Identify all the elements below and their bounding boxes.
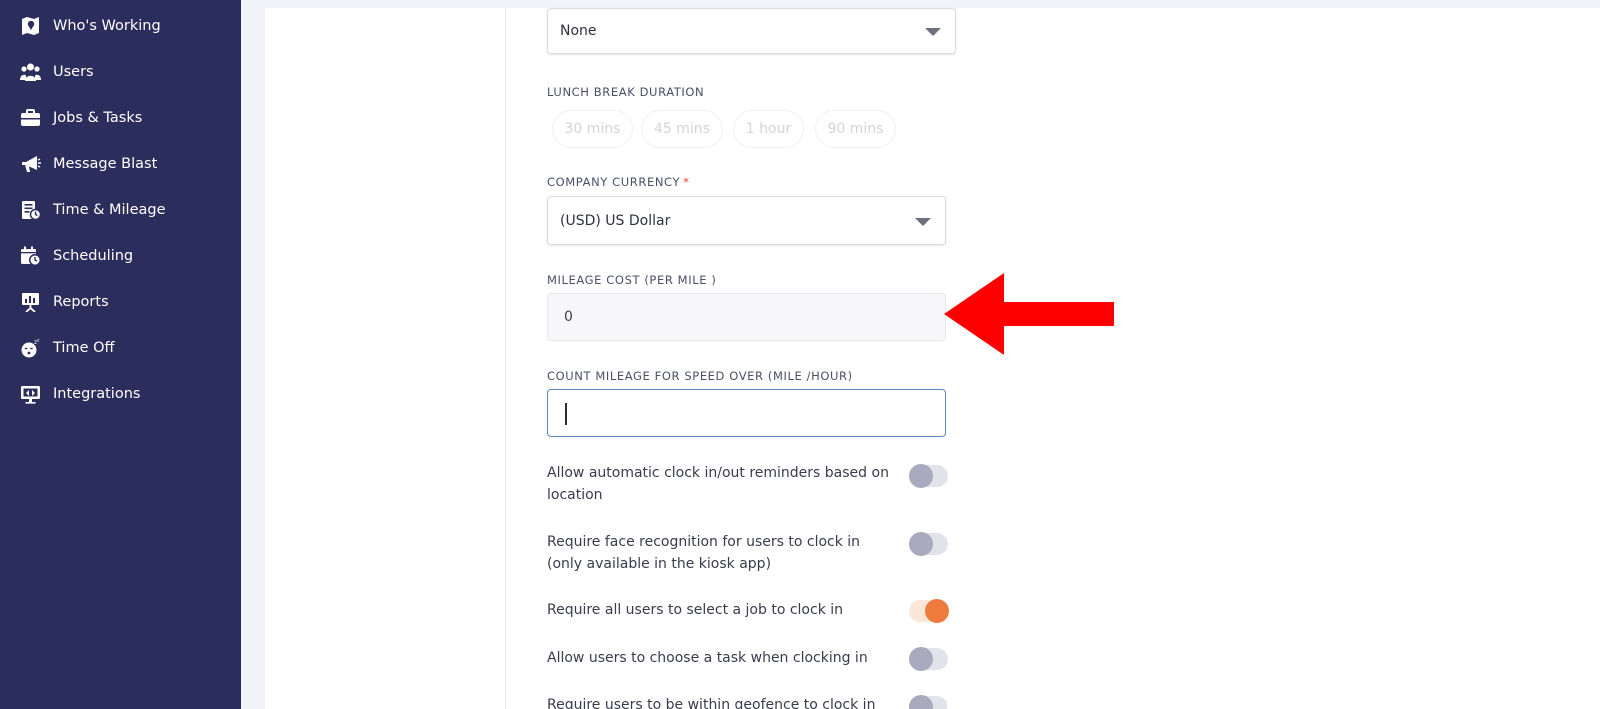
mileage-cost-value: 0 <box>564 309 573 325</box>
toggle-label: Require all users to select a job to clo… <box>547 602 844 618</box>
required-mark: * <box>683 175 690 189</box>
toggle-row-geofence: Require users to be within geofence to c… <box>547 695 947 709</box>
require-job-toggle[interactable] <box>909 599 949 623</box>
users-icon <box>20 62 41 82</box>
sidebar-item-jobs-tasks[interactable]: Jobs & Tasks <box>0 98 241 138</box>
sidebar-item-time-off[interactable]: zz Time Off <box>0 328 241 368</box>
sidebar-item-label: Users <box>53 64 94 80</box>
sidebar-item-label: Jobs & Tasks <box>53 110 143 126</box>
geofence-toggle[interactable] <box>909 695 947 709</box>
sidebar-item-label: Time & Mileage <box>53 202 166 218</box>
sidebar-item-label: Scheduling <box>53 248 134 264</box>
chevron-down-icon <box>925 28 941 36</box>
toggle-label: Allow users to choose a task when clocki… <box>547 650 868 666</box>
text-cursor <box>565 403 567 425</box>
content-divider <box>505 8 506 709</box>
presentation-icon <box>20 292 41 312</box>
choose-task-toggle[interactable] <box>909 647 948 671</box>
toggle-knob <box>909 695 933 709</box>
lunch-option-60[interactable]: 1 hour <box>733 110 804 148</box>
sidebar-item-label: Message Blast <box>53 156 158 172</box>
top-select-value: None <box>560 23 597 39</box>
sidebar-item-integrations[interactable]: Integrations <box>0 374 241 414</box>
toggle-knob <box>909 647 933 671</box>
lunch-option-30[interactable]: 30 mins <box>552 110 633 148</box>
toggle-label: Allow automatic clock in/out reminders b… <box>547 465 889 503</box>
toggle-knob <box>909 464 933 488</box>
currency-label-text: COMPANY CURRENCY <box>547 175 681 189</box>
sidebar-item-label: Reports <box>53 294 109 310</box>
sidebar-item-reports[interactable]: Reports <box>0 282 241 322</box>
sidebar: Who's Working Users Jobs & Tasks Message… <box>0 0 241 709</box>
sidebar-item-whos-working[interactable]: Who's Working <box>0 6 241 46</box>
sidebar-item-message-blast[interactable]: Message Blast <box>0 144 241 184</box>
svg-text:z: z <box>37 339 40 344</box>
briefcase-icon <box>20 108 41 128</box>
toggle-knob <box>925 599 949 623</box>
lunch-break-label: LUNCH BREAK DURATION <box>547 85 705 99</box>
red-arrow-annotation <box>944 273 1114 355</box>
megaphone-icon <box>20 154 41 174</box>
currency-select-value: (USD) US Dollar <box>560 213 671 229</box>
toggle-row-require-job: Require all users to select a job to clo… <box>547 599 949 623</box>
toggle-label: Require users to be within geofence to c… <box>547 697 876 709</box>
map-pin-icon <box>20 16 41 36</box>
mileage-cost-input[interactable]: 0 <box>547 293 946 341</box>
calendar-clock-icon <box>20 246 41 266</box>
sidebar-item-label: Integrations <box>53 386 141 402</box>
timesheet-icon <box>20 200 41 220</box>
chevron-down-icon <box>915 218 931 226</box>
top-select[interactable]: None <box>547 8 956 54</box>
sidebar-item-users[interactable]: Users <box>0 52 241 92</box>
sleeping-face-icon: zz <box>20 338 41 358</box>
speed-threshold-label: COUNT MILEAGE FOR SPEED OVER (MILE /HOUR… <box>547 369 853 383</box>
monitor-icon <box>20 384 41 404</box>
sidebar-item-label: Time Off <box>53 340 115 356</box>
toggle-row-location-reminders: Allow automatic clock in/out reminders b… <box>547 463 948 506</box>
toggle-knob <box>909 532 933 556</box>
sidebar-item-label: Who's Working <box>53 18 161 34</box>
toggle-row-choose-task: Allow users to choose a task when clocki… <box>547 647 948 671</box>
toggle-label: Require face recognition for users to cl… <box>547 534 861 572</box>
sidebar-item-time-mileage[interactable]: Time & Mileage <box>0 190 241 230</box>
mileage-cost-label: MILEAGE COST (PER MILE ) <box>547 273 717 287</box>
toggle-row-face-recognition: Require face recognition for users to cl… <box>547 532 948 575</box>
face-recognition-toggle[interactable] <box>909 532 948 556</box>
speed-threshold-input[interactable] <box>547 389 946 437</box>
lunch-option-45[interactable]: 45 mins <box>641 110 723 148</box>
lunch-option-90[interactable]: 90 mins <box>815 110 896 148</box>
currency-label: COMPANY CURRENCY * <box>547 175 689 189</box>
location-reminders-toggle[interactable] <box>909 464 948 488</box>
sidebar-item-scheduling[interactable]: Scheduling <box>0 236 241 276</box>
currency-select[interactable]: (USD) US Dollar <box>547 196 946 245</box>
